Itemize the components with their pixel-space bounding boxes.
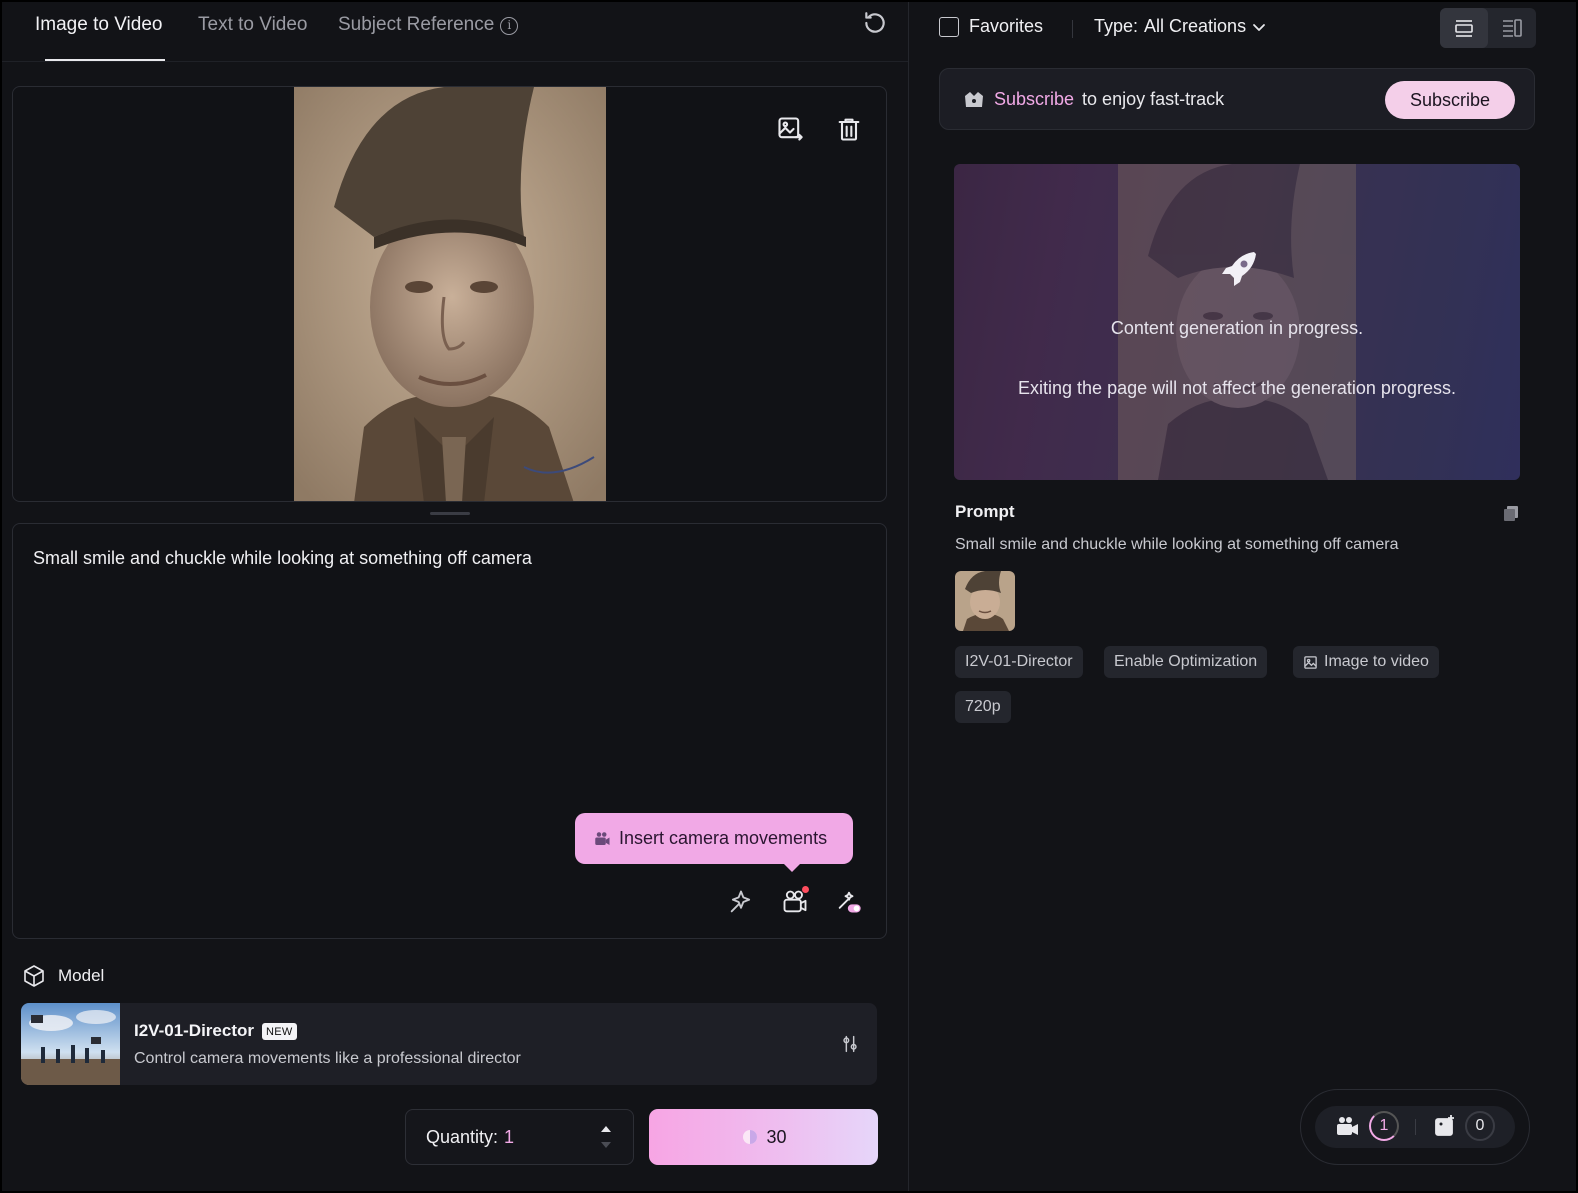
tag-mode-label: Image to video: [1324, 653, 1429, 670]
view-toggle: [1440, 8, 1536, 48]
copy-icon[interactable]: [1502, 504, 1520, 522]
tooltip-label: Insert camera movements: [619, 828, 828, 848]
list-view-icon: [1455, 20, 1473, 37]
tag-mode: Image to video: [1293, 646, 1439, 678]
crown-box-icon: [965, 92, 983, 107]
magic-enhance-icon[interactable]: [727, 888, 755, 916]
type-filter-dropdown[interactable]: Type: All Creations: [1094, 16, 1266, 37]
notification-dot: [802, 886, 809, 893]
model-settings-icon[interactable]: [839, 1033, 861, 1055]
generation-info-text: Exiting the page will not affect the gen…: [1018, 378, 1456, 398]
prompt-textarea[interactable]: Small smile and chuckle while looking at…: [33, 548, 532, 569]
quantity-arrows-icon[interactable]: [599, 1122, 613, 1152]
type-value: All Creations: [1144, 16, 1247, 36]
prompt-detail-text: Small smile and chuckle while looking at…: [955, 536, 1399, 553]
filter-separator: [1072, 20, 1073, 38]
tab-subject-reference[interactable]: Subject Reference i: [338, 14, 519, 36]
prompt-heading: Prompt: [955, 502, 1015, 521]
quantity-label: Quantity:: [426, 1126, 499, 1147]
credit-icon: [743, 1130, 758, 1144]
quantity-stepper[interactable]: Quantity: 1: [405, 1109, 634, 1165]
image-upload-panel: [12, 86, 887, 502]
quantity-value: 1: [504, 1126, 515, 1147]
prompt-panel: Small smile and chuckle while looking at…: [12, 523, 887, 939]
optimization-toggle-icon[interactable]: [835, 888, 863, 916]
generate-cost: 30: [766, 1126, 787, 1147]
generate-button[interactable]: 30: [649, 1109, 878, 1165]
tab-image-to-video[interactable]: Image to Video: [35, 14, 162, 36]
reset-icon[interactable]: [862, 10, 888, 36]
creation-panel: Image to Video Text to Video Subject Ref…: [2, 2, 908, 1191]
favorites-checkbox[interactable]: [939, 16, 959, 37]
model-label-text: Model: [58, 966, 105, 985]
cube-icon: [24, 965, 44, 987]
model-name-text: I2V-01-Director: [134, 1021, 254, 1040]
info-icon[interactable]: i: [500, 17, 519, 35]
subscribe-button[interactable]: Subscribe: [1385, 81, 1515, 119]
uploaded-portrait-image: [294, 87, 606, 501]
tag-optimization: Enable Optimization: [1104, 646, 1268, 678]
model-thumbnail-image: [21, 1003, 120, 1085]
model-description: Control camera movements like a professi…: [134, 1050, 521, 1067]
video-queue-item[interactable]: 1: [1335, 1111, 1399, 1141]
model-selector-card[interactable]: I2V-01-Director NEW Control camera movem…: [21, 1003, 877, 1085]
video-queue-count: 1: [1369, 1111, 1399, 1141]
delete-image-icon[interactable]: [835, 115, 863, 143]
model-name: I2V-01-Director NEW: [134, 1021, 297, 1041]
split-view-icon: [1503, 19, 1522, 37]
rocket-icon: [1222, 252, 1256, 286]
replace-image-icon[interactable]: [776, 115, 804, 143]
task-queue-widget[interactable]: 1 0: [1300, 1089, 1530, 1165]
subscribe-text: to enjoy fast-track: [1082, 88, 1225, 109]
task-queue-inner: 1 0: [1315, 1106, 1515, 1148]
split-view-button[interactable]: [1488, 8, 1536, 48]
tag-resolution: 720p: [955, 691, 1011, 723]
active-tab-underline: [45, 59, 165, 61]
favorites-filter[interactable]: Favorites: [939, 16, 1043, 37]
mode-tabs: Image to Video Text to Video Subject Ref…: [2, 2, 908, 62]
tag-model: I2V-01-Director: [955, 646, 1083, 678]
camera-movement-button[interactable]: [781, 886, 809, 916]
chevron-down-icon: [1253, 23, 1265, 31]
subscribe-accent[interactable]: Subscribe: [994, 89, 1074, 110]
image-icon: [1304, 655, 1317, 669]
resize-handle[interactable]: [430, 512, 470, 515]
generation-progress-card[interactable]: Content generation in progress. Exiting …: [954, 164, 1520, 480]
subscribe-message: Subscribe to enjoy fast-track: [962, 88, 1224, 110]
camera-movement-icon: [595, 831, 610, 845]
generation-status-text: Content generation in progress.: [1110, 318, 1364, 338]
insert-camera-movements-tooltip[interactable]: Insert camera movements: [575, 813, 853, 872]
image-queue-count: 0: [1465, 1111, 1495, 1141]
favorites-label: Favorites: [969, 16, 1044, 36]
tab-text-to-video[interactable]: Text to Video: [198, 14, 308, 36]
tab-subject-reference-label: Subject Reference: [338, 14, 495, 35]
video-camera-icon: [1337, 1117, 1358, 1135]
subscribe-banner: Subscribe to enjoy fast-track Subscribe: [939, 68, 1535, 130]
model-section-label: Model: [22, 964, 104, 988]
type-label: Type:: [1094, 16, 1139, 36]
queue-separator: [1415, 1119, 1416, 1135]
list-view-button[interactable]: [1440, 8, 1488, 48]
new-badge: NEW: [262, 1022, 297, 1040]
image-queue-item[interactable]: 0: [1433, 1111, 1495, 1141]
creations-panel: Favorites Type: All Creations Subscribe …: [909, 2, 1576, 1191]
reference-image-thumbnail[interactable]: [955, 571, 1015, 631]
image-add-icon: [1435, 1115, 1454, 1136]
